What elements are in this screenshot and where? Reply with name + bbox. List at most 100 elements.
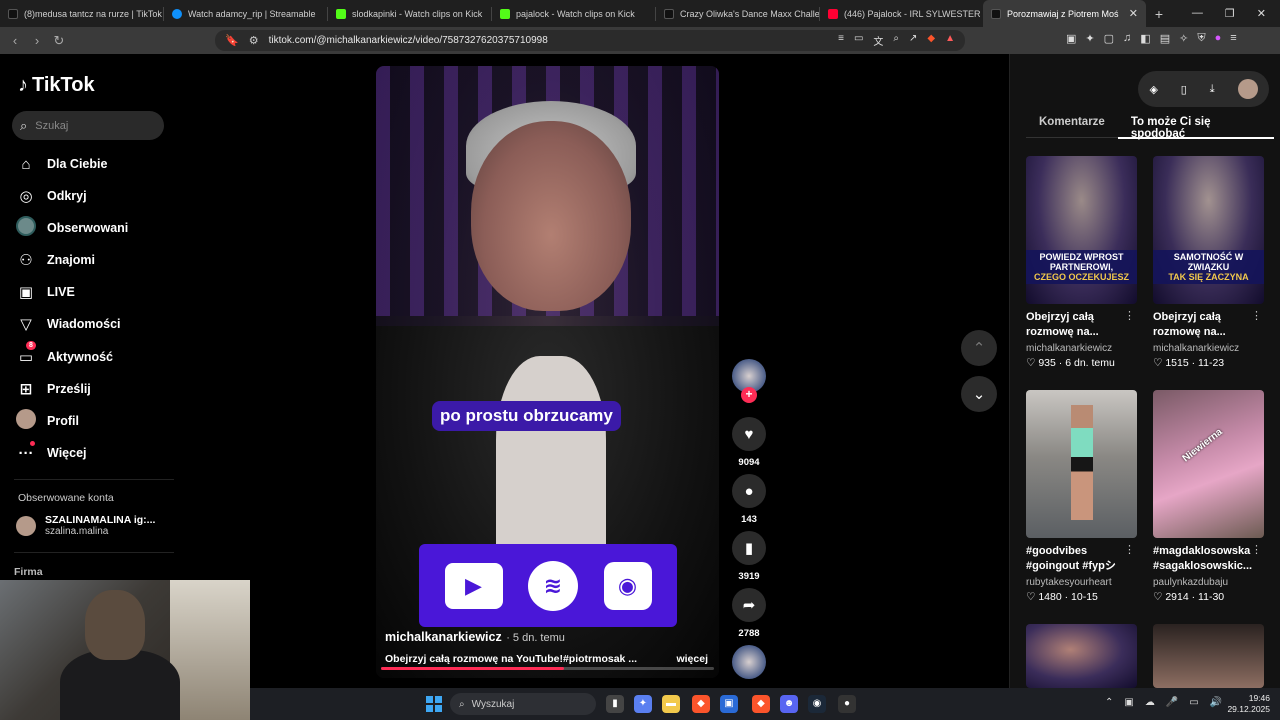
leo-icon[interactable]: ✧ (1179, 32, 1188, 45)
menu-icon[interactable]: ≡ (1230, 32, 1236, 45)
app-icon[interactable]: ● (838, 695, 856, 713)
profile-icon[interactable]: ● (1215, 32, 1222, 45)
card-title[interactable]: Obejrzyj całą rozmowę na... (1026, 310, 1139, 342)
heart-icon[interactable]: ♥ (732, 417, 766, 451)
download-icon[interactable]: ⤓ (1210, 83, 1215, 96)
card-thumbnail[interactable]: Niewierna (1153, 390, 1264, 538)
start-button[interactable] (426, 696, 442, 712)
browser-tab[interactable]: Crazy Oliwka's Dance Maxx Challeng (656, 0, 819, 27)
browser-tab[interactable]: slodkapinki - Watch clips on Kick (328, 0, 491, 27)
sidebar-item-following[interactable]: Obserwowani (16, 216, 128, 238)
browser-tab[interactable]: (446) Pajalock - IRL SYLWESTER Z PA (820, 0, 983, 27)
puzzle-icon[interactable]: ✦ (1085, 32, 1094, 45)
card-title[interactable]: #magdaklosowska #sagaklosowskic... (1153, 544, 1266, 576)
brave-active-icon[interactable]: ◆ (752, 695, 770, 713)
recommended-card[interactable]: POWIEDZ WPROST PARTNEROWI, CZEGO OCZEKUJES… (1026, 156, 1139, 369)
vpn-icon[interactable]: ⛨ (1197, 32, 1205, 45)
tray-app-icon[interactable]: ▣ (1124, 697, 1133, 708)
previous-video-button[interactable]: ⌃ (961, 330, 997, 366)
card-author[interactable]: michalkanarkiewicz (1026, 343, 1139, 354)
card-author[interactable]: paulynkazdubaju (1153, 577, 1266, 588)
more-options-icon[interactable]: ⋮ (1251, 543, 1262, 556)
minimize-icon[interactable]: — (1192, 7, 1203, 20)
sidebar-item-messages[interactable]: ▽ Wiadomości (16, 314, 120, 334)
card-thumbnail[interactable] (1026, 624, 1137, 688)
recommended-card[interactable] (1026, 624, 1139, 688)
card-title[interactable]: Obejrzyj całą rozmowę na... (1153, 310, 1266, 342)
like-action[interactable]: ♥ 9094 (732, 417, 766, 468)
wallet-icon[interactable]: ▤ (1160, 32, 1170, 45)
share-icon[interactable]: ↗ (909, 33, 917, 48)
cast-icon[interactable]: ▭ (854, 33, 863, 48)
forward-icon[interactable]: › (26, 33, 48, 48)
recommended-card[interactable] (1153, 624, 1266, 688)
more-options-icon[interactable]: ⋮ (1124, 309, 1135, 322)
network-icon[interactable]: ▭ (1189, 697, 1198, 708)
brave-shields-icon[interactable]: ◆ (927, 33, 935, 48)
recommended-card[interactable]: #goodvibes #goingout #fypシ ⋮ rubytakesyo… (1026, 390, 1139, 603)
more-options-icon[interactable]: ⋮ (1124, 543, 1135, 556)
card-thumbnail[interactable]: POWIEDZ WPROST PARTNEROWI, CZEGO OCZEKUJES… (1026, 156, 1137, 304)
card-author[interactable]: rubytakesyourheart (1026, 577, 1139, 588)
file-explorer-icon[interactable]: ▬ (662, 695, 680, 713)
tiktok-logo[interactable]: ♪ TikTok (18, 74, 95, 97)
new-tab-button[interactable]: + (1146, 6, 1172, 22)
video-player[interactable]: po prostu obrzucamy ▶ ≋ ◉ michalkanarkie… (376, 66, 719, 678)
discord-icon[interactable]: ☻ (780, 695, 798, 713)
search-box[interactable]: ⌕ (12, 111, 164, 140)
share-icon[interactable]: ➦ (732, 588, 766, 622)
card-title[interactable]: #goodvibes #goingout #fypシ (1026, 544, 1139, 576)
sidebar-item-explore[interactable]: ◎ Odkryj (16, 186, 86, 206)
close-tab-icon[interactable]: ✕ (1129, 7, 1138, 20)
screenshot-icon[interactable]: ▢ (1104, 32, 1114, 45)
more-options-icon[interactable]: ⋮ (1251, 309, 1262, 322)
share-action[interactable]: ➦ 2788 (732, 588, 766, 639)
search-input[interactable] (35, 119, 146, 132)
back-icon[interactable]: ‹ (4, 33, 26, 48)
bookmark-icon[interactable]: ▮ (732, 531, 766, 565)
sidebar-item-activity[interactable]: ▭ 8 Aktywność (16, 341, 113, 367)
browser-tab-active[interactable]: Porozmawiaj z Piotrem Moś ✕ (983, 0, 1146, 27)
company-section-title[interactable]: Firma (14, 566, 43, 578)
more-description-button[interactable]: więcej (676, 653, 708, 665)
browser-tab[interactable]: (8)medusa tantcz na rurze | TikTok (0, 0, 163, 27)
site-info-icon[interactable]: ⚙ (249, 34, 259, 47)
comment-icon[interactable]: ● (732, 474, 766, 508)
store-icon[interactable]: ▣ (720, 695, 738, 713)
taskbar-search[interactable]: ⌕ Wyszukaj (450, 693, 596, 715)
user-avatar[interactable] (1237, 79, 1258, 99)
zoom-icon[interactable]: ⌕ (893, 33, 899, 48)
cloud-icon[interactable]: ☁ (1145, 697, 1155, 708)
sidebar-item-live[interactable]: ▣ LIVE (16, 282, 75, 302)
follow-button[interactable]: + (741, 387, 757, 403)
brave-icon[interactable]: ◆ (692, 695, 710, 713)
video-author[interactable]: michalkanarkiewicz (385, 630, 502, 644)
video-progress-bar[interactable] (381, 667, 714, 670)
copilot-icon[interactable]: ✦ (634, 695, 652, 713)
sidebar-item-for-you[interactable]: ⌂ Dla Ciebie (16, 154, 107, 174)
recommended-card[interactable]: SAMOTNOŚĆ W ZWIĄZKU TAK SIĘ ZACZYNA Obejrz… (1153, 156, 1266, 369)
sidebar-item-profile[interactable]: Profil (16, 409, 79, 431)
close-window-icon[interactable]: ✕ (1257, 7, 1266, 20)
task-view-icon[interactable]: ▮ (606, 695, 624, 713)
chevron-up-icon[interactable]: ⌃ (1105, 697, 1113, 708)
save-action[interactable]: ▮ 3919 (732, 531, 766, 582)
sidebar-item-more[interactable]: ··· Więcej (16, 440, 87, 463)
card-author[interactable]: michalkanarkiewicz (1153, 343, 1266, 354)
coin-icon[interactable]: ◈ (1149, 83, 1157, 96)
next-video-button[interactable]: ⌄ (961, 376, 997, 412)
card-thumbnail[interactable] (1153, 624, 1264, 688)
browser-tab[interactable]: pajalock - Watch clips on Kick (492, 0, 655, 27)
reader-mode-icon[interactable]: ≡ (838, 33, 844, 48)
bookmark-icon[interactable]: 🔖 (225, 34, 239, 47)
steam-icon[interactable]: ◉ (808, 695, 826, 713)
reload-icon[interactable]: ↻ (48, 33, 70, 49)
followed-account-item[interactable]: SZALINAMALINA ig:... szalina.malina (16, 514, 155, 537)
browser-tab[interactable]: Watch adamcy_rip | Streamable (164, 0, 327, 27)
sidebar-item-upload[interactable]: ⊞ Prześlij (16, 379, 91, 399)
translate-icon[interactable]: 文 (873, 33, 883, 48)
phone-icon[interactable]: ▯ (1181, 83, 1187, 96)
brave-rewards-icon[interactable]: ▲ (945, 33, 955, 48)
sound-disc[interactable] (732, 645, 766, 679)
tab-you-may-like[interactable]: To może Ci się spodobać (1117, 116, 1275, 140)
